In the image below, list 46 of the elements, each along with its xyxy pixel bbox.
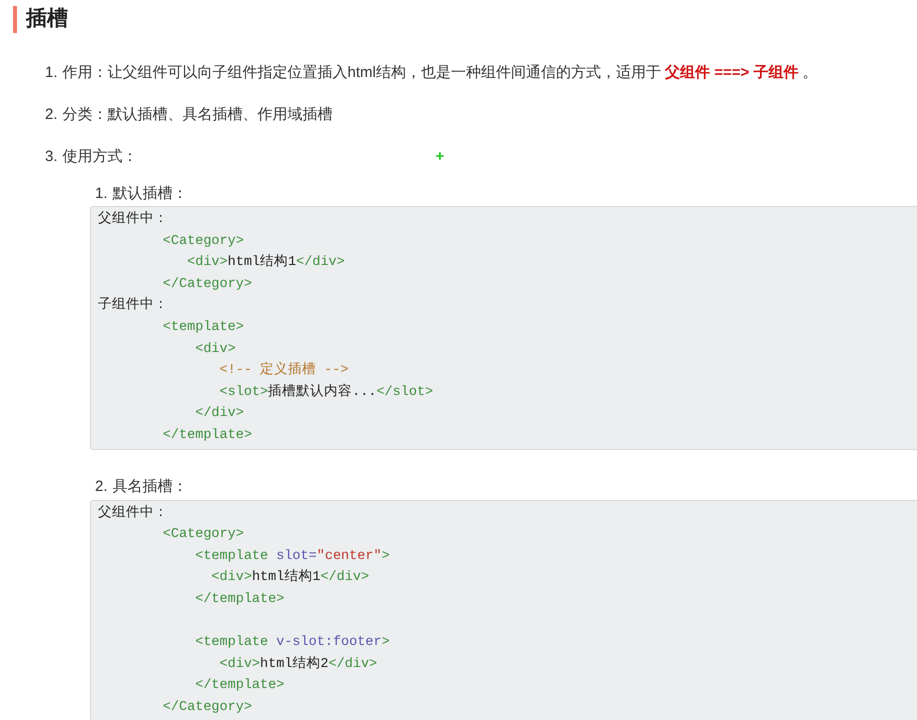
list-text: 分类：默认插槽、具名插槽、作用域插槽 xyxy=(62,104,333,125)
code-text: 插槽默认内容... xyxy=(268,384,376,400)
heading-bar xyxy=(13,6,17,32)
code-text: html结构2 xyxy=(260,656,329,672)
code-token: <div> xyxy=(194,342,236,357)
code-token: <div> xyxy=(186,255,228,270)
code-text: 父组件中： xyxy=(98,212,168,227)
code-text: 子组件中： xyxy=(98,298,168,314)
list-number: 2. xyxy=(95,477,108,498)
code-text: html结构1 xyxy=(252,570,320,586)
code-token: </Category> xyxy=(162,700,252,715)
list-text: 使用方式： xyxy=(62,146,138,167)
code-text: html结构1 xyxy=(228,255,296,270)
code-token: v-slot:footer xyxy=(276,635,382,650)
list-number: 2. xyxy=(45,104,58,125)
code-token: "center" xyxy=(316,548,382,564)
list-number: 1. xyxy=(95,184,108,204)
code-token: </slot> xyxy=(376,384,434,400)
code-token: <slot> xyxy=(218,384,268,400)
code-token: <div> xyxy=(210,570,252,586)
code-token: <Category> xyxy=(162,234,244,249)
code-token: </div> xyxy=(320,570,370,586)
code-comment: <!-- 定义插槽 --> xyxy=(218,363,348,378)
code-token: > xyxy=(382,548,390,564)
list-text: 默认插槽： xyxy=(112,184,188,204)
code-token: </template> xyxy=(194,592,284,607)
heading: 插槽 xyxy=(26,6,68,32)
code-token: </Category> xyxy=(162,276,252,292)
cursor-marker: + xyxy=(436,146,444,167)
code-token: > xyxy=(382,635,390,650)
code-token: <Category> xyxy=(162,527,244,542)
list-text: 具名插槽： xyxy=(112,477,188,498)
list-text: 作用：让父组件可以向子组件指定位置插入html结构，也是一种组件间通信的方式，适用于 父组件 ===> 子组件 。 xyxy=(62,62,818,83)
code-token: </template> xyxy=(162,428,252,443)
code-token: </div> xyxy=(194,406,244,422)
code-token: <template xyxy=(194,548,270,564)
list-number: 1. xyxy=(45,62,58,83)
list-number: 3. xyxy=(45,146,58,167)
code-text: 父组件中： xyxy=(98,506,168,521)
code-token: <div> xyxy=(218,656,260,672)
code-token: slot= xyxy=(276,548,317,564)
code-token: <template xyxy=(194,635,270,650)
code-token: <template> xyxy=(162,320,244,335)
code-token: </div> xyxy=(328,656,378,672)
code-token: </div> xyxy=(296,255,345,270)
code-token: </template> xyxy=(194,678,284,694)
